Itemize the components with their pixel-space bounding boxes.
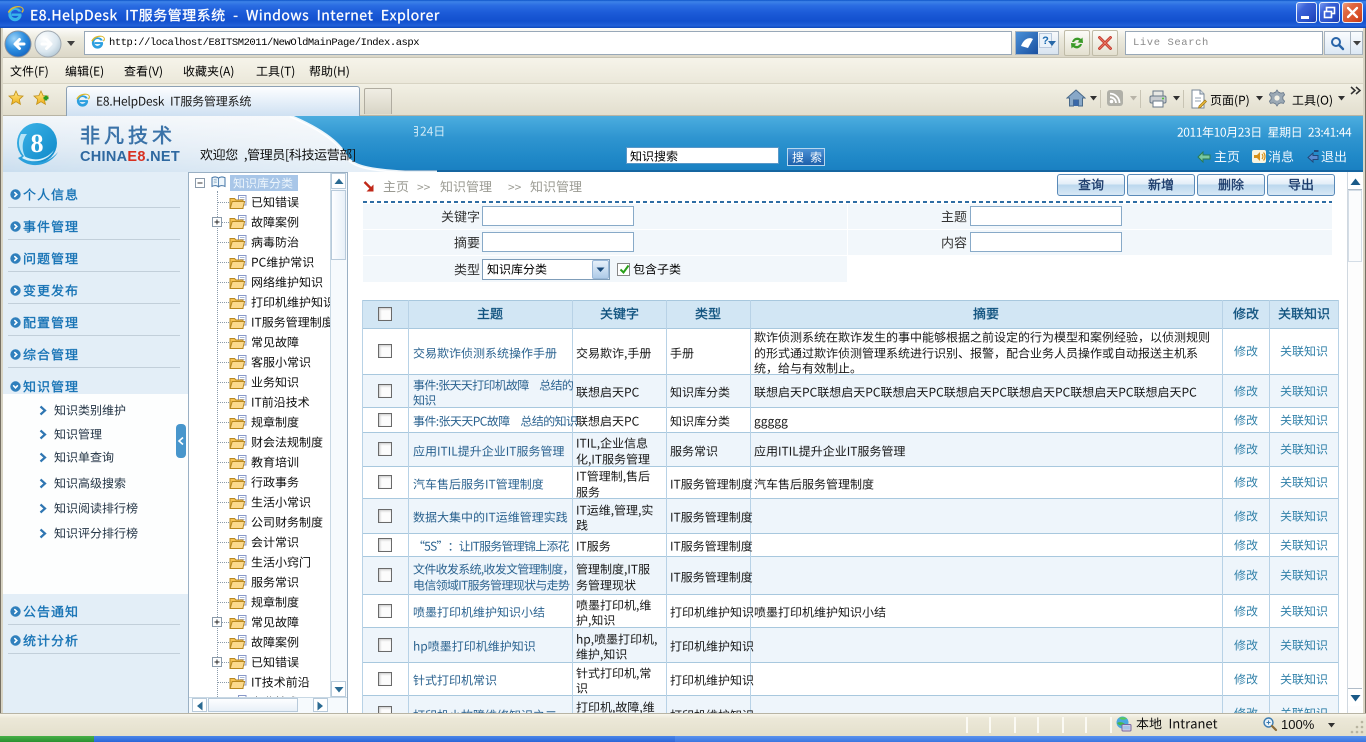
svg-text:8: 8 — [31, 129, 44, 158]
